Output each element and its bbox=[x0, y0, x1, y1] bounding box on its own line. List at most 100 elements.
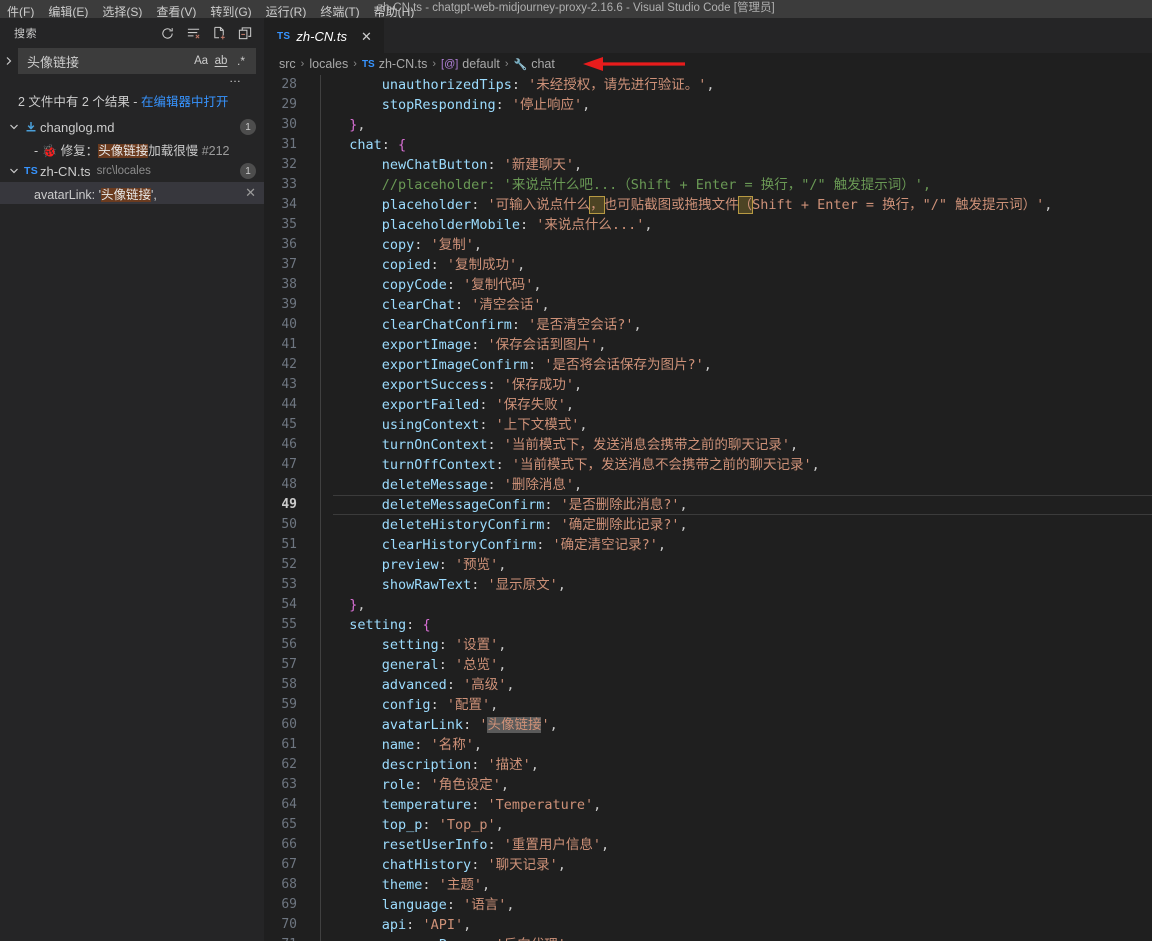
code-line[interactable]: clearHistoryConfirm: '确定清空记录?', bbox=[333, 535, 1152, 555]
code-line[interactable]: resetUserInfo: '重置用户信息', bbox=[333, 835, 1152, 855]
code-editor[interactable]: 2829303132333435363738394041424344454647… bbox=[265, 75, 1152, 941]
code-token bbox=[366, 97, 382, 113]
menu-item-4[interactable]: 转到(G) bbox=[203, 5, 258, 18]
menu-item-7[interactable]: 帮助(H) bbox=[367, 5, 422, 18]
code-line[interactable]: description: '描述', bbox=[333, 755, 1152, 775]
refresh-icon[interactable] bbox=[156, 22, 178, 44]
code-token: avatarLink bbox=[382, 717, 463, 733]
code-token: , bbox=[644, 217, 652, 233]
code-token: '删除消息' bbox=[504, 477, 574, 493]
code-line[interactable]: name: '名称', bbox=[333, 735, 1152, 755]
toggle-replace-chevron-icon[interactable] bbox=[0, 48, 18, 74]
code-token: '保存会话到图片' bbox=[487, 337, 598, 353]
code-token: general bbox=[382, 657, 439, 673]
code-line[interactable]: chat: { bbox=[333, 135, 1152, 155]
code-token bbox=[366, 897, 382, 913]
code-line[interactable]: config: '配置', bbox=[333, 695, 1152, 715]
code-line[interactable]: unauthorizedTips: '未经授权，请先进行验证。', bbox=[333, 75, 1152, 95]
search-result-match-row[interactable]: - 🐞 修复：头像链接加载很慢 #212 bbox=[0, 138, 264, 160]
search-result-match-row[interactable]: avatarLink: '头像链接',✕ bbox=[0, 182, 264, 204]
code-line[interactable]: role: '角色设定', bbox=[333, 775, 1152, 795]
code-content[interactable]: unauthorizedTips: '未经授权，请先进行验证。', stopRe… bbox=[333, 75, 1152, 941]
code-line[interactable]: reverseProxy: '反向代理', bbox=[333, 935, 1152, 941]
code-line[interactable]: clearChat: '清空会话', bbox=[333, 295, 1152, 315]
search-result-file-row[interactable]: changlog.md1 bbox=[0, 116, 264, 138]
match-case-icon[interactable]: Aa bbox=[191, 51, 211, 71]
breadcrumb-item-src[interactable]: src bbox=[279, 57, 296, 71]
close-icon[interactable]: ✕ bbox=[361, 30, 372, 43]
code-line[interactable]: avatarLink: '头像链接', bbox=[333, 715, 1152, 735]
code-line[interactable]: theme: '主题', bbox=[333, 875, 1152, 895]
code-line[interactable]: newChatButton: '新建聊天', bbox=[333, 155, 1152, 175]
code-line[interactable]: turnOnContext: '当前模式下，发送消息会携带之前的聊天记录', bbox=[333, 435, 1152, 455]
code-line[interactable]: general: '总览', bbox=[333, 655, 1152, 675]
code-line[interactable]: copied: '复制成功', bbox=[333, 255, 1152, 275]
code-line[interactable]: usingContext: '上下文模式', bbox=[333, 415, 1152, 435]
line-number: 56 bbox=[265, 635, 297, 655]
code-line[interactable]: setting: '设置', bbox=[333, 635, 1152, 655]
menu-item-2[interactable]: 选择(S) bbox=[95, 5, 149, 18]
breadcrumb-item-file[interactable]: TSzh-CN.ts bbox=[362, 57, 427, 71]
code-token bbox=[366, 317, 382, 333]
open-in-editor-link[interactable]: 在编辑器中打开 bbox=[141, 95, 229, 109]
code-line[interactable]: }, bbox=[333, 115, 1152, 135]
code-token: : bbox=[471, 337, 487, 353]
code-line[interactable]: stopResponding: '停止响应', bbox=[333, 95, 1152, 115]
code-line[interactable]: turnOffContext: '当前模式下，发送消息不会携带之前的聊天记录', bbox=[333, 455, 1152, 475]
code-line[interactable]: }, bbox=[333, 595, 1152, 615]
menu-bar[interactable]: 件(F)编辑(E)选择(S)查看(V)转到(G)运行(R)终端(T)帮助(H) bbox=[0, 0, 421, 18]
code-line[interactable]: exportFailed: '保存失败', bbox=[333, 395, 1152, 415]
code-line[interactable]: exportImage: '保存会话到图片', bbox=[333, 335, 1152, 355]
code-token bbox=[366, 477, 382, 493]
code-line[interactable]: placeholder: '可输入说点什么，也可贴截图或拖拽文件（Shift +… bbox=[333, 195, 1152, 215]
breadcrumb-item-chat[interactable]: 🔧chat bbox=[514, 57, 555, 71]
code-line[interactable]: deleteMessage: '删除消息', bbox=[333, 475, 1152, 495]
code-line[interactable]: preview: '预览', bbox=[333, 555, 1152, 575]
menu-item-6[interactable]: 终端(T) bbox=[313, 5, 366, 18]
code-token: Shift + Enter = 换行，"/" 触发提示词）' bbox=[752, 197, 1044, 213]
code-line[interactable]: clearChatConfirm: '是否清空会话?', bbox=[333, 315, 1152, 335]
code-line[interactable]: showRawText: '显示原文', bbox=[333, 575, 1152, 595]
menu-item-1[interactable]: 编辑(E) bbox=[41, 5, 95, 18]
toggle-search-details-icon[interactable]: … bbox=[229, 74, 242, 87]
code-line[interactable]: copyCode: '复制代码', bbox=[333, 275, 1152, 295]
tab-zh-cn-ts[interactable]: TS zh-CN.ts ✕ bbox=[265, 18, 385, 53]
code-token bbox=[366, 237, 382, 253]
code-line[interactable]: top_p: 'Top_p', bbox=[333, 815, 1152, 835]
view-as-tree-icon[interactable] bbox=[234, 22, 256, 44]
search-input[interactable]: 头像链接 Aa ab .* bbox=[18, 48, 256, 74]
match-whole-word-icon[interactable]: ab bbox=[211, 51, 231, 71]
code-line[interactable]: deleteHistoryConfirm: '确定删除此记录?', bbox=[333, 515, 1152, 535]
search-panel-title: 搜索 bbox=[14, 25, 156, 41]
symbol-variable-icon: [@] bbox=[441, 58, 458, 70]
clear-search-results-icon[interactable] bbox=[182, 22, 204, 44]
code-line[interactable]: chatHistory: '聊天记录', bbox=[333, 855, 1152, 875]
code-line[interactable]: api: 'API', bbox=[333, 915, 1152, 935]
code-line[interactable]: placeholderMobile: '来说点什么...', bbox=[333, 215, 1152, 235]
chevron-right-icon: › bbox=[500, 58, 514, 70]
code-line[interactable]: deleteMessageConfirm: '是否删除此消息?', bbox=[333, 495, 1152, 515]
code-line[interactable]: temperature: 'Temperature', bbox=[333, 795, 1152, 815]
line-number: 64 bbox=[265, 795, 297, 815]
dismiss-match-icon[interactable]: ✕ bbox=[245, 185, 256, 201]
code-line[interactable]: copy: '复制', bbox=[333, 235, 1152, 255]
code-line[interactable]: advanced: '高级', bbox=[333, 675, 1152, 695]
code-token: , bbox=[506, 677, 514, 693]
code-line[interactable]: language: '语言', bbox=[333, 895, 1152, 915]
code-line[interactable]: exportImageConfirm: '是否将会话保存为图片?', bbox=[333, 355, 1152, 375]
code-line[interactable]: setting: { bbox=[333, 615, 1152, 635]
open-new-search-editor-icon[interactable] bbox=[208, 22, 230, 44]
use-regex-icon[interactable]: .* bbox=[231, 51, 251, 71]
menu-item-5[interactable]: 运行(R) bbox=[259, 5, 314, 18]
chevron-down-icon[interactable] bbox=[6, 122, 22, 132]
menu-item-3[interactable]: 查看(V) bbox=[149, 5, 203, 18]
breadcrumb-item-default[interactable]: [@]default bbox=[441, 57, 500, 71]
menu-item-0[interactable]: 件(F) bbox=[0, 5, 41, 18]
code-line[interactable]: //placeholder: '来说点什么吧...（Shift + Enter … bbox=[333, 175, 1152, 195]
chevron-down-icon[interactable] bbox=[6, 166, 22, 176]
code-token: chatHistory bbox=[382, 857, 471, 873]
search-result-file-row[interactable]: TSzh-CN.tssrc\locales1 bbox=[0, 160, 264, 182]
code-line[interactable]: exportSuccess: '保存成功', bbox=[333, 375, 1152, 395]
code-token: '是否将会话保存为图片?' bbox=[544, 357, 703, 373]
breadcrumb-item-locales[interactable]: locales bbox=[309, 57, 348, 71]
